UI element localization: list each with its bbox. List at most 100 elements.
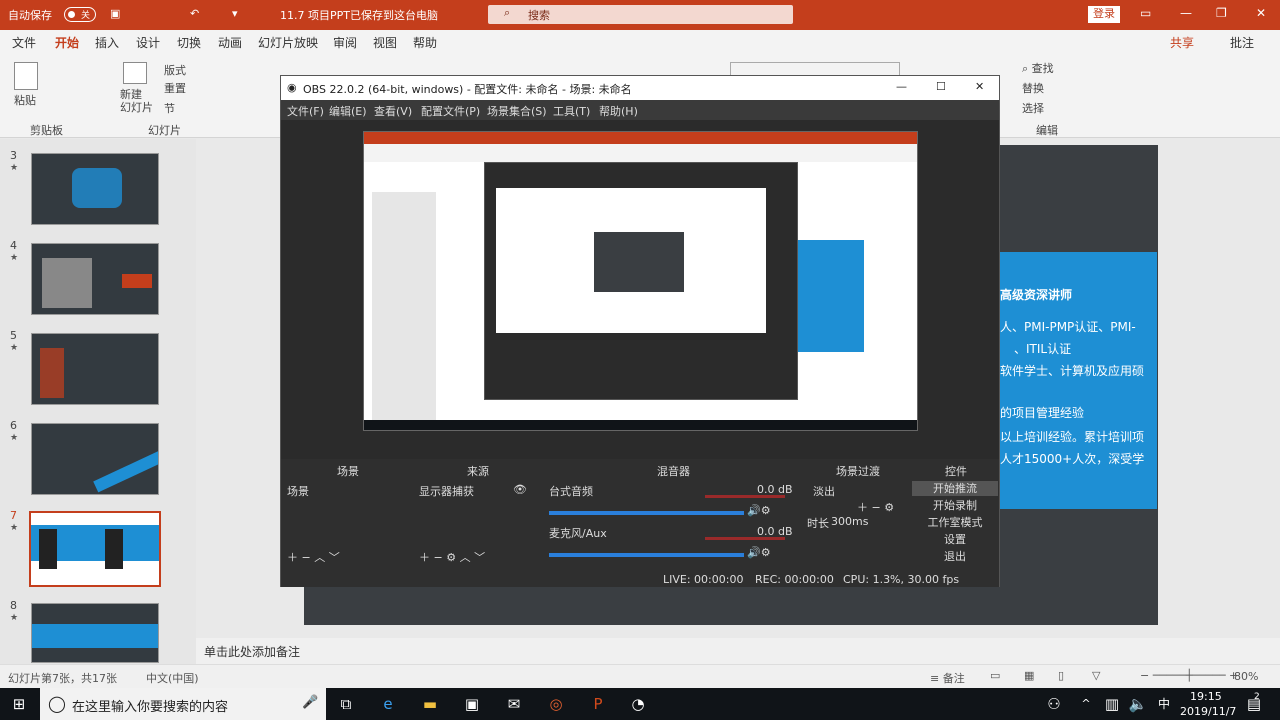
clock-date[interactable]: 2019/11/7 [1180, 705, 1236, 718]
volume-slider[interactable] [549, 553, 744, 557]
tab-transitions[interactable]: 切换 [177, 34, 201, 51]
microphone-icon[interactable]: 🎤 [302, 695, 318, 710]
scene-add-remove-controls[interactable]: ＋ − ︿ ﹀ [287, 549, 340, 565]
file-explorer-icon[interactable]: ▬ [420, 694, 440, 714]
obs-preview[interactable] [363, 131, 918, 431]
zoom-level[interactable]: 80% [1234, 670, 1258, 683]
share-button[interactable]: 共享 [1170, 34, 1194, 51]
obs-maximize-icon[interactable]: ☐ [936, 80, 946, 93]
replace-button[interactable]: 替换 [1022, 80, 1044, 96]
login-button[interactable]: 登录 [1088, 6, 1120, 23]
volume-icon[interactable]: 🔈 [1128, 694, 1148, 714]
transition-select[interactable]: 淡出 [813, 483, 835, 499]
visibility-eye-icon[interactable]: 👁 [513, 483, 527, 496]
zoom-slider[interactable]: − ─────┼───── + [1140, 669, 1238, 682]
obs-menu-view[interactable]: 查看(V) [374, 103, 412, 119]
tray-chevron-icon[interactable]: ^ [1076, 694, 1096, 714]
search-input[interactable]: ⌕ 搜索 [488, 5, 793, 24]
close-icon[interactable]: ✕ [1256, 6, 1266, 20]
save-icon[interactable]: ▣ [110, 7, 120, 20]
layout-button[interactable]: 版式 [164, 62, 186, 78]
obs-menu-profile[interactable]: 配置文件(P) [421, 103, 480, 119]
mail-icon[interactable]: ✉ [504, 694, 524, 714]
network-icon[interactable]: ▥ [1102, 694, 1122, 714]
exit-button[interactable]: 退出 [912, 549, 998, 564]
notes-pane[interactable]: 单击此处添加备注 [196, 638, 1280, 664]
obs-window[interactable]: ◉ OBS 22.0.2 (64-bit, windows) - 配置文件: 未… [280, 75, 1000, 587]
ribbon-display-icon[interactable]: ▭ [1140, 6, 1151, 20]
windows-start-icon[interactable]: ⊞ [9, 694, 29, 714]
reading-view-icon[interactable]: ▯ [1058, 669, 1064, 682]
select-button[interactable]: 选择 [1022, 100, 1044, 116]
speaker-icon[interactable]: 🔊⚙ [747, 546, 771, 559]
obs-close-icon[interactable]: ✕ [975, 80, 984, 93]
paste-icon[interactable] [14, 62, 38, 90]
people-icon[interactable]: ⚇ [1044, 694, 1064, 714]
comments-button[interactable]: 批注 [1230, 34, 1254, 51]
obs-menu-tools[interactable]: 工具(T) [553, 103, 590, 119]
slide-thumbnail-panel[interactable]: 3 ★ 4 ★ 5 ★ 6 ★ 7 ★ 8 ★ [0, 139, 196, 664]
normal-view-icon[interactable]: ▭ [990, 669, 1000, 682]
tab-design[interactable]: 设计 [136, 34, 160, 51]
ime-indicator[interactable]: 中 [1154, 694, 1174, 714]
start-streaming-button[interactable]: 开始推流 [912, 481, 998, 496]
task-view-icon[interactable]: ⧉ [336, 694, 356, 714]
shapes-gallery[interactable] [730, 62, 900, 76]
edge-icon[interactable]: e [378, 694, 398, 714]
slide-sorter-icon[interactable]: ▦ [1024, 669, 1034, 682]
section-button[interactable]: 节 [164, 100, 175, 116]
language-indicator[interactable]: 中文(中国) [146, 670, 199, 686]
obs-menu-scene-collection[interactable]: 场景集合(S) [487, 103, 547, 119]
slide-number: 3 [10, 149, 17, 162]
tab-insert[interactable]: 插入 [95, 34, 119, 51]
autosave-toggle[interactable]: 关 [64, 7, 96, 22]
new-slide-button[interactable]: 新建 幻灯片 [120, 88, 153, 114]
obs-menu-help[interactable]: 帮助(H) [599, 103, 638, 119]
start-recording-button[interactable]: 开始录制 [912, 498, 998, 513]
slide-thumbnail[interactable] [31, 153, 159, 225]
doc-save-status[interactable]: 已保存到这台电脑 [350, 7, 438, 23]
transition-add-remove-controls[interactable]: ＋ − ⚙ [857, 499, 894, 515]
slide-text-panel[interactable]: 高级资深讲师 人、PMI-PMP认证、PMI- 、ITIL认证 软件学士、计算机… [1000, 252, 1157, 509]
new-slide-icon[interactable] [123, 62, 147, 84]
windows-taskbar: ⊞ ◯ 在这里输入你要搜索的内容 🎤 ⧉ e ▬ ▣ ✉ ◎ P ◔ ⚇ ^ ▥… [0, 688, 1280, 720]
slide-thumbnail[interactable] [31, 603, 159, 663]
studio-mode-button[interactable]: 工作室模式 [912, 515, 998, 530]
obs-taskbar-icon[interactable]: ◔ [628, 694, 648, 714]
tab-animations[interactable]: 动画 [218, 34, 242, 51]
source-list-item[interactable]: 显示器捕获 [419, 483, 474, 499]
source-add-remove-controls[interactable]: ＋ − ⚙ ︿ ﹀ [419, 549, 485, 565]
obs-menu-file[interactable]: 文件(F) [287, 103, 324, 119]
tab-view[interactable]: 视图 [373, 34, 397, 51]
tab-help[interactable]: 帮助 [413, 34, 437, 51]
speaker-icon[interactable]: 🔊⚙ [747, 504, 771, 517]
volume-slider[interactable] [549, 511, 744, 515]
store-icon[interactable]: ▣ [462, 694, 482, 714]
obs-menu-edit[interactable]: 编辑(E) [329, 103, 367, 119]
notes-toggle[interactable]: ≡ 备注 [930, 670, 965, 686]
slide-thumbnail[interactable] [31, 243, 159, 315]
tab-slideshow[interactable]: 幻灯片放映 [258, 34, 318, 51]
restore-icon[interactable]: ❐ [1216, 6, 1227, 20]
duration-field[interactable]: 300ms [831, 515, 868, 528]
undo-icon[interactable]: ↶ [190, 7, 199, 20]
minimize-icon[interactable]: — [1180, 6, 1192, 20]
clock-time[interactable]: 19:15 [1190, 690, 1222, 703]
tab-file[interactable]: 文件 [12, 34, 36, 51]
find-button[interactable]: ⌕ 查找 [1022, 60, 1054, 76]
powerpoint-icon[interactable]: P [588, 694, 608, 714]
app-icon[interactable]: ◎ [546, 694, 566, 714]
taskbar-search-input[interactable]: ◯ 在这里输入你要搜索的内容 🎤 [40, 688, 326, 720]
customize-icon[interactable]: ▾ [232, 7, 238, 20]
slideshow-icon[interactable]: ▽ [1092, 669, 1100, 682]
paste-button[interactable]: 粘贴 [14, 92, 36, 108]
slide-thumbnail[interactable] [31, 333, 159, 405]
obs-minimize-icon[interactable]: — [896, 80, 907, 93]
settings-button[interactable]: 设置 [912, 532, 998, 547]
slide-thumbnail[interactable] [31, 423, 159, 495]
slide-thumbnail-selected[interactable] [29, 511, 161, 587]
tab-home[interactable]: 开始 [55, 34, 80, 54]
scene-list-item[interactable]: 场景 [287, 483, 309, 499]
reset-button[interactable]: 重置 [164, 80, 186, 96]
tab-review[interactable]: 审阅 [333, 34, 357, 51]
